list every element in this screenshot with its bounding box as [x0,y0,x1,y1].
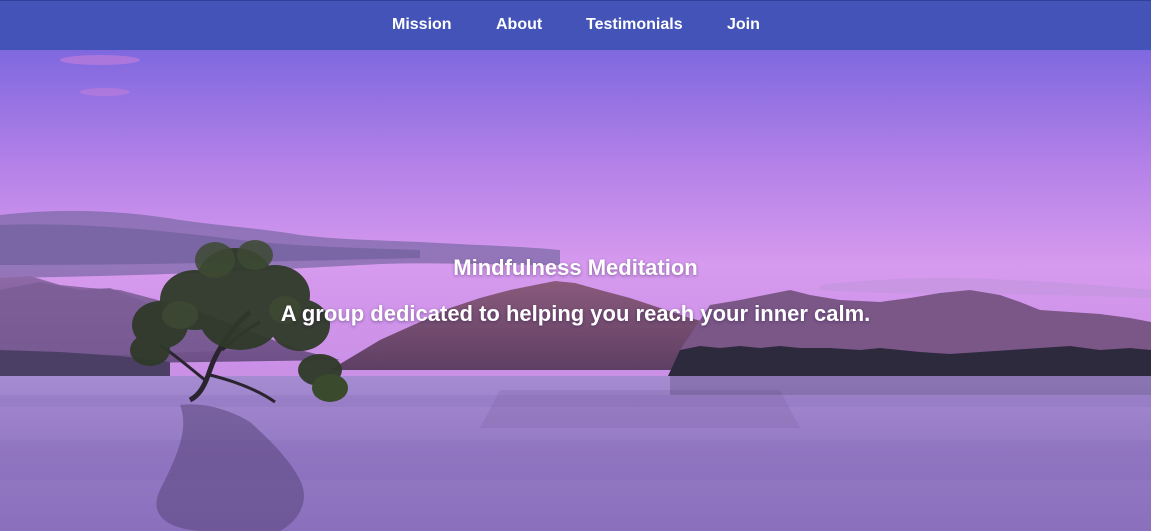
top-navigation: Mission About Testimonials Join [0,0,1151,50]
nav-link-about[interactable]: About [496,16,542,34]
hero-background-image [0,50,1151,531]
hero-title: Mindfulness Meditation [453,255,698,280]
nav-link-mission[interactable]: Mission [392,16,452,34]
hero-section: Mindfulness Meditation A group dedicated… [0,50,1151,531]
nav-link-testimonials[interactable]: Testimonials [586,16,683,34]
page: Mission About Testimonials Join Mindfuln… [0,0,1151,531]
hero-subtitle: A group dedicated to helping you reach y… [280,301,871,326]
nav-link-join[interactable]: Join [727,16,760,34]
